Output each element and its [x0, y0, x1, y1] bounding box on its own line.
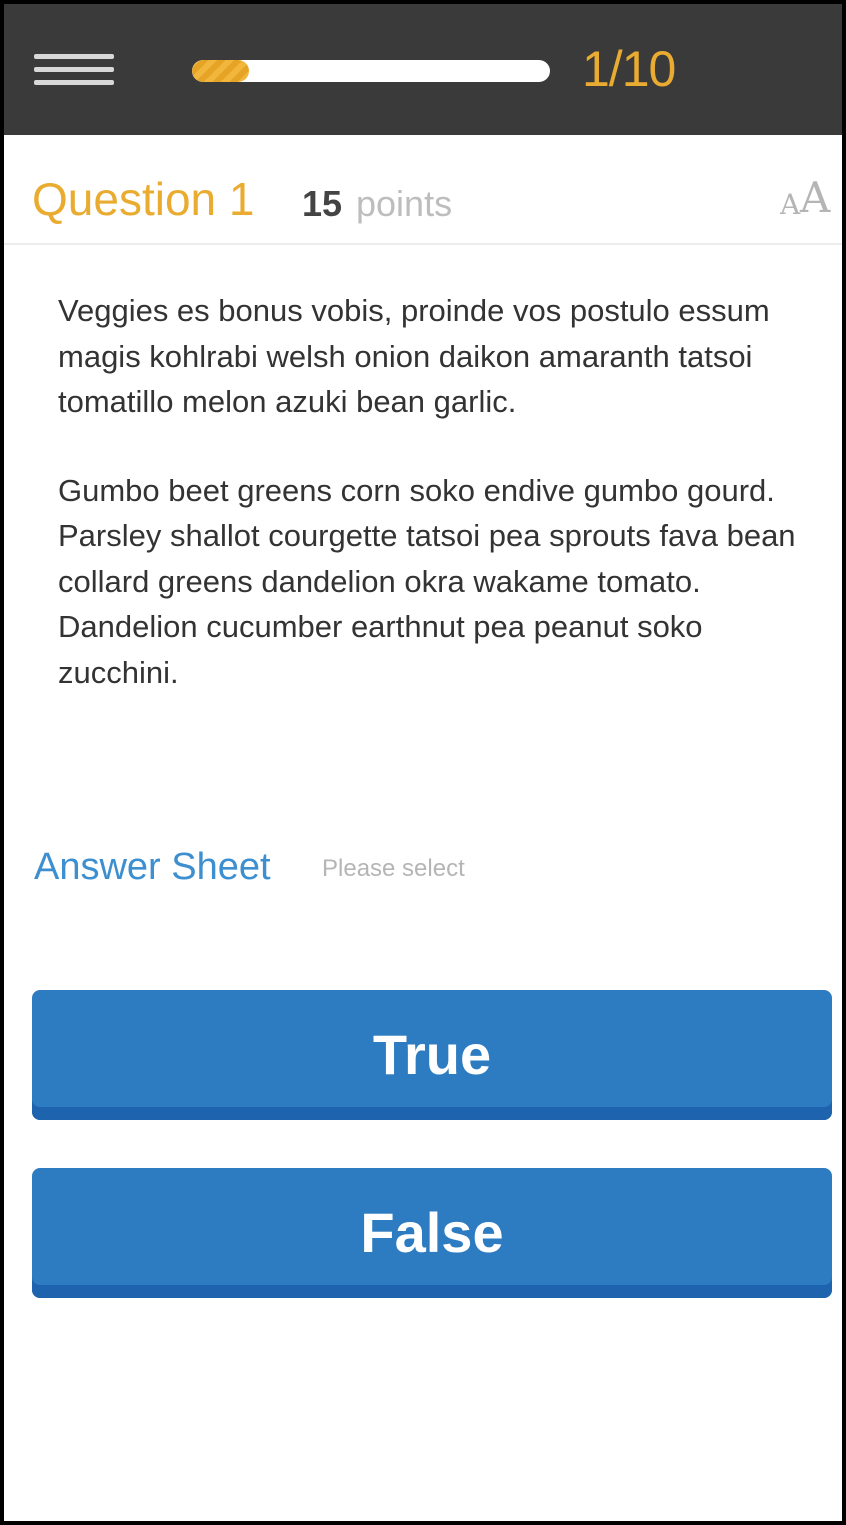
menu-line [34, 80, 114, 85]
hamburger-menu-icon[interactable] [34, 54, 114, 86]
answer-sheet-title: Answer Sheet [34, 846, 271, 888]
menu-line [34, 54, 114, 59]
points-value: 15 [302, 183, 343, 224]
question-text: Veggies es bonus vobis, proinde vos post… [58, 288, 818, 695]
answer-sheet-hint: Please select [322, 855, 465, 882]
question-paragraph-line: Veggies es bonus vobis, proinde vos post… [58, 293, 770, 374]
question-header: Question 1 15 points AA [4, 135, 842, 245]
font-size-icon[interactable]: AA [780, 175, 838, 223]
app-frame: 1/10 Question 1 15 points AA Veggies es … [0, 0, 846, 1525]
true-button[interactable]: True [32, 990, 832, 1120]
top-bar: 1/10 [4, 4, 842, 135]
progress-counter: 1/10 [582, 41, 676, 97]
progress-bar-fill [192, 60, 250, 82]
menu-line [34, 67, 114, 72]
question-title: Question 1 [32, 173, 255, 225]
false-button[interactable]: False [32, 1168, 832, 1298]
question-paragraph-line: tomatillo melon azuki bean garlic. [58, 384, 517, 419]
question-paragraph: Gumbo beet greens corn soko endive gumbo… [58, 472, 796, 690]
question-paragraph: Veggies es bonus vobis, proinde vos post… [58, 288, 818, 425]
progress-bar [192, 60, 550, 82]
points-label: points [356, 183, 453, 224]
